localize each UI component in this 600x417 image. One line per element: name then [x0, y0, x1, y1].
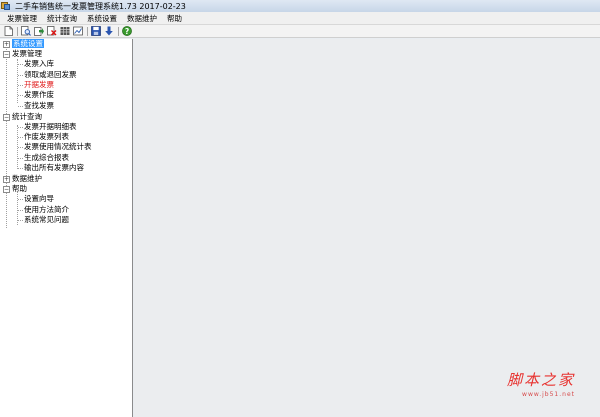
grid-icon[interactable]	[60, 26, 70, 36]
tree-connector	[18, 147, 23, 148]
toolbar-separator	[87, 26, 88, 36]
tree-connector	[18, 137, 23, 138]
menu-bar: 发票管理 统计查询 系统设置 数据维护 帮助	[0, 12, 600, 25]
collapse-toggle[interactable]: −	[3, 186, 10, 193]
tree-item-voided-invoice-list[interactable]: 作废发票列表	[24, 132, 69, 142]
chart-icon[interactable]	[73, 26, 83, 36]
toolbar-separator	[118, 26, 119, 36]
toolbar-separator	[17, 26, 18, 36]
tree-connector	[18, 168, 23, 169]
tree-item-usage-guide[interactable]: 使用方法简介	[24, 205, 69, 215]
tree-connector	[18, 64, 23, 65]
open-icon[interactable]	[34, 26, 44, 36]
tree-item-export-all-invoices[interactable]: 输出所有发票内容	[24, 163, 84, 173]
tree-connector	[18, 95, 23, 96]
tree-item-invoice-usage-stats[interactable]: 发票使用情况统计表	[24, 142, 92, 152]
find-icon[interactable]	[21, 26, 31, 36]
new-icon[interactable]	[3, 26, 13, 36]
tree-item-void-invoice[interactable]: 发票作废	[24, 90, 54, 100]
tree-item-faq[interactable]: 系统常见问题	[24, 215, 69, 225]
menu-invoice-management[interactable]: 发票管理	[2, 12, 42, 25]
tree-connector	[18, 85, 23, 86]
watermark-title: 脚本之家	[506, 371, 575, 389]
navigation-tree: + 系统设置 − 发票管理 发票入库 领取或退回发票 开据发票 发票作废 查找发…	[0, 39, 133, 417]
tree-node-help[interactable]: 帮助	[12, 184, 27, 194]
save-icon[interactable]	[91, 26, 101, 36]
tree-item-invoice-detail-report[interactable]: 发票开据明细表	[24, 122, 77, 132]
expand-toggle[interactable]: +	[3, 176, 10, 183]
tree-node-data-maintenance[interactable]: 数据维护	[12, 174, 42, 184]
tree-node-invoice-management[interactable]: 发票管理	[12, 49, 42, 59]
help-icon[interactable]: ?	[122, 26, 132, 36]
tree-connector	[18, 75, 23, 76]
tree-connector	[18, 158, 23, 159]
download-icon[interactable]	[104, 26, 114, 36]
watermark-url: www.jb51.net	[522, 391, 575, 398]
tree-item-issue-invoice[interactable]: 开据发票	[24, 80, 54, 90]
tree-connector	[6, 44, 7, 228]
svg-text:?: ?	[125, 27, 129, 36]
tree-connector	[17, 59, 18, 103]
tree-item-receive-return-invoice[interactable]: 领取或退回发票	[24, 70, 77, 80]
delete-icon[interactable]	[47, 26, 57, 36]
tree-connector	[18, 199, 23, 200]
collapse-toggle[interactable]: −	[3, 114, 10, 121]
tree-item-invoice-inbound[interactable]: 发票入库	[24, 59, 54, 69]
menu-data-maintenance[interactable]: 数据维护	[122, 12, 162, 25]
main-content-area	[134, 39, 600, 417]
collapse-toggle[interactable]: −	[3, 51, 10, 58]
title-bar: 二手车销售统一发票管理系统1.73 2017-02-23	[0, 0, 600, 12]
window-title: 二手车销售统一发票管理系统1.73 2017-02-23	[15, 1, 186, 11]
toolbar: ?	[0, 25, 600, 38]
tree-connector	[18, 106, 23, 107]
tree-connector	[18, 127, 23, 128]
tree-node-statistics-query[interactable]: 统计查询	[12, 112, 42, 122]
tree-connector	[18, 210, 23, 211]
tree-node-system-settings[interactable]: 系统设置	[12, 39, 44, 49]
menu-help[interactable]: 帮助	[162, 12, 187, 25]
watermark: 脚本之家 www.jb51.net	[507, 369, 575, 398]
menu-statistics-query[interactable]: 统计查询	[42, 12, 82, 25]
tree-connector	[18, 220, 23, 221]
expand-toggle[interactable]: +	[3, 41, 10, 48]
tree-item-setup-wizard[interactable]: 设置向导	[24, 194, 54, 204]
menu-system-settings[interactable]: 系统设置	[82, 12, 122, 25]
app-icon	[1, 1, 11, 11]
tree-item-find-invoice[interactable]: 查找发票	[24, 101, 54, 111]
tree-item-summary-report[interactable]: 生成综合报表	[24, 153, 69, 163]
